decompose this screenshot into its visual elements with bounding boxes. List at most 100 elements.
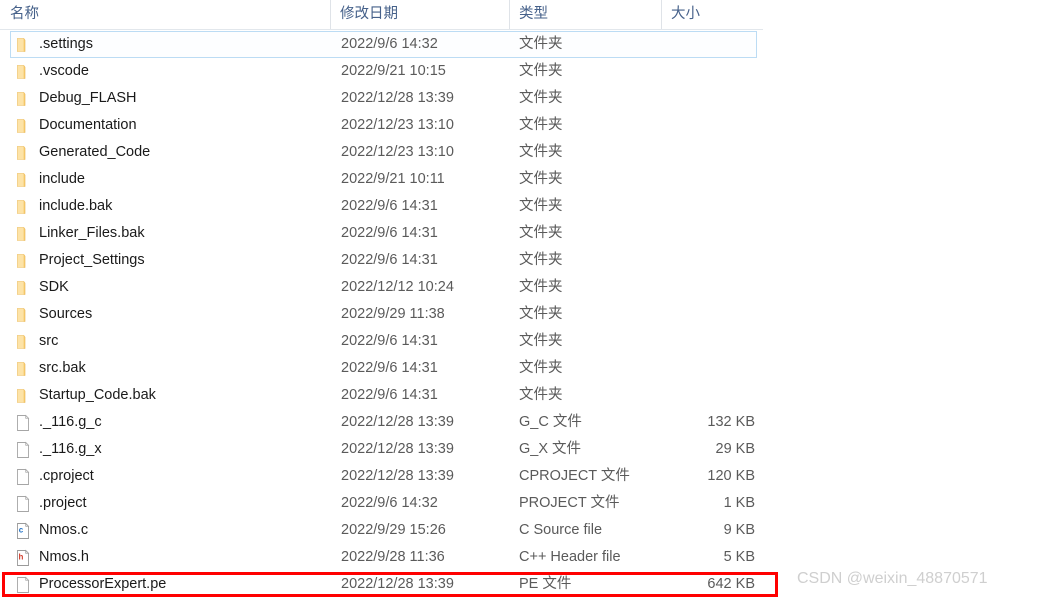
row-content[interactable]: include.bak 2022/9/6 14:31 文件夹 [10,193,757,220]
table-row[interactable]: Linker_Files.bak 2022/9/6 14:31 文件夹 [0,220,763,247]
file-name-label: .project [39,495,87,511]
file-name-cell[interactable]: h Nmos.h [11,545,331,570]
date-modified-cell: 2022/9/6 14:32 [341,36,438,52]
table-row[interactable]: c Nmos.c 2022/9/29 15:26 C Source file 9 KB [0,517,763,544]
file-name-label: Startup_Code.bak [39,387,156,403]
file-size-cell [631,356,755,381]
file-name-cell[interactable]: src [11,329,331,354]
row-content[interactable]: Sources 2022/9/29 11:38 文件夹 [10,301,757,328]
table-row[interactable]: src.bak 2022/9/6 14:31 文件夹 [0,355,763,382]
table-row[interactable]: include.bak 2022/9/6 14:31 文件夹 [0,193,763,220]
table-row[interactable]: include 2022/9/21 10:11 文件夹 [0,166,763,193]
file-name-cell[interactable]: .cproject [11,464,331,489]
table-row[interactable]: SDK 2022/12/12 10:24 文件夹 [0,274,763,301]
date-modified-cell: 2022/12/28 13:39 [341,576,454,592]
file-name-cell[interactable]: c Nmos.c [11,518,331,543]
file-name-cell[interactable]: Project_Settings [11,248,331,273]
file-name-label: include [39,171,85,187]
table-row[interactable]: ._116.g_x 2022/12/28 13:39 G_X 文件 29 KB [0,436,763,463]
file-name-cell[interactable]: .vscode [11,59,331,84]
row-content[interactable]: SDK 2022/12/12 10:24 文件夹 [10,274,757,301]
table-row[interactable]: Sources 2022/9/29 11:38 文件夹 [0,301,763,328]
file-size-cell: 642 KB [707,576,755,592]
file-icon [14,495,32,513]
file-name-cell[interactable]: SDK [11,275,331,300]
date-modified-cell: 2022/12/28 13:39 [341,414,454,430]
file-size-cell [631,167,755,192]
row-content[interactable]: ProcessorExpert.pe 2022/12/28 13:39 PE 文件 6… [10,571,757,598]
date-modified-cell: 2022/9/6 14:31 [341,252,438,268]
file-size-cell [631,275,755,300]
folder-icon [14,117,32,135]
file-explorer-list-view: 名称 修改日期 类型 大小 .settings 2022/9/6 14:32 文件夹… [0,0,1049,600]
row-content[interactable]: ._116.g_x 2022/12/28 13:39 G_X 文件 29 KB [10,436,757,463]
table-row[interactable]: h Nmos.h 2022/9/28 11:36 C++ Header file 5 K… [0,544,763,571]
row-content[interactable]: .vscode 2022/9/21 10:15 文件夹 [10,58,757,85]
row-content[interactable]: ._116.g_c 2022/12/28 13:39 G_C 文件 132 KB [10,409,757,436]
row-content[interactable]: src.bak 2022/9/6 14:31 文件夹 [10,355,757,382]
date-modified-cell: 2022/9/29 15:26 [341,522,446,538]
folder-icon [14,333,32,351]
table-row[interactable]: ProcessorExpert.pe 2022/12/28 13:39 PE 文件 6… [0,571,763,598]
file-name-cell[interactable]: include [11,167,331,192]
folder-icon [14,36,32,54]
table-row[interactable]: .settings 2022/9/6 14:32 文件夹 [0,31,763,58]
csdn-watermark: CSDN @weixin_48870571 [797,570,988,587]
file-name-cell[interactable]: ._116.g_x [11,437,331,462]
file-size-cell [631,32,755,57]
folder-icon [14,144,32,162]
date-modified-cell: 2022/12/28 13:39 [341,90,454,106]
row-content[interactable]: .project 2022/9/6 14:32 PROJECT 文件 1 KB [10,490,757,517]
table-row[interactable]: Startup_Code.bak 2022/9/6 14:31 文件夹 [0,382,763,409]
column-header-size[interactable]: 大小 [661,0,763,29]
date-modified-cell: 2022/9/21 10:11 [341,171,445,187]
file-name-cell[interactable]: Startup_Code.bak [11,383,331,408]
column-header-date-modified[interactable]: 修改日期 [330,0,509,29]
table-row[interactable]: .vscode 2022/9/21 10:15 文件夹 [0,58,763,85]
date-modified-cell: 2022/9/6 14:31 [341,360,438,376]
row-content[interactable]: Project_Settings 2022/9/6 14:31 文件夹 [10,247,757,274]
file-name-label: src.bak [39,360,86,376]
file-name-cell[interactable]: Sources [11,302,331,327]
folder-icon [14,171,32,189]
table-row[interactable]: src 2022/9/6 14:31 文件夹 [0,328,763,355]
table-row[interactable]: Generated_Code 2022/12/23 13:10 文件夹 [0,139,763,166]
table-row[interactable]: ._116.g_c 2022/12/28 13:39 G_C 文件 132 KB [0,409,763,436]
file-name-label: Sources [39,306,93,322]
row-content[interactable]: Documentation 2022/12/23 13:10 文件夹 [10,112,757,139]
file-name-cell[interactable]: Generated_Code [11,140,331,165]
table-row[interactable]: Debug_FLASH 2022/12/28 13:39 文件夹 [0,85,763,112]
row-content[interactable]: .cproject 2022/12/28 13:39 CPROJECT 文件 120 … [10,463,757,490]
table-row[interactable]: .project 2022/9/6 14:32 PROJECT 文件 1 KB [0,490,763,517]
date-modified-cell: 2022/9/6 14:31 [341,387,438,403]
file-name-cell[interactable]: .settings [11,32,331,57]
file-name-cell[interactable]: include.bak [11,194,331,219]
date-modified-cell: 2022/12/23 13:10 [341,144,454,160]
file-name-cell[interactable]: ._116.g_c [11,410,331,435]
row-content[interactable]: Startup_Code.bak 2022/9/6 14:31 文件夹 [10,382,757,409]
file-name-label: src [39,333,59,349]
date-modified-cell: 2022/12/12 10:24 [341,279,454,295]
file-size-cell [631,86,755,111]
row-content[interactable]: Linker_Files.bak 2022/9/6 14:31 文件夹 [10,220,757,247]
file-name-cell[interactable]: .project [11,491,331,516]
row-content[interactable]: Debug_FLASH 2022/12/28 13:39 文件夹 [10,85,757,112]
table-row[interactable]: Documentation 2022/12/23 13:10 文件夹 [0,112,763,139]
table-row[interactable]: Project_Settings 2022/9/6 14:31 文件夹 [0,247,763,274]
row-content[interactable]: src 2022/9/6 14:31 文件夹 [10,328,757,355]
row-content[interactable]: .settings 2022/9/6 14:32 文件夹 [10,31,757,58]
row-content[interactable]: include 2022/9/21 10:11 文件夹 [10,166,757,193]
date-modified-cell: 2022/12/23 13:10 [341,117,454,133]
file-name-cell[interactable]: Debug_FLASH [11,86,331,111]
column-header-name[interactable]: 名称 [10,0,330,29]
row-content[interactable]: h Nmos.h 2022/9/28 11:36 C++ Header file 5 K… [10,544,757,571]
column-header-type[interactable]: 类型 [509,0,661,29]
row-content[interactable]: Generated_Code 2022/12/23 13:10 文件夹 [10,139,757,166]
file-name-cell[interactable]: Documentation [11,113,331,138]
file-name-cell[interactable]: Linker_Files.bak [11,221,331,246]
row-content[interactable]: c Nmos.c 2022/9/29 15:26 C Source file 9 KB [10,517,757,544]
file-name-cell[interactable]: src.bak [11,356,331,381]
file-name-cell[interactable]: ProcessorExpert.pe [11,572,331,597]
table-row[interactable]: .cproject 2022/12/28 13:39 CPROJECT 文件 120 … [0,463,763,490]
file-size-cell: 5 KB [723,549,755,565]
